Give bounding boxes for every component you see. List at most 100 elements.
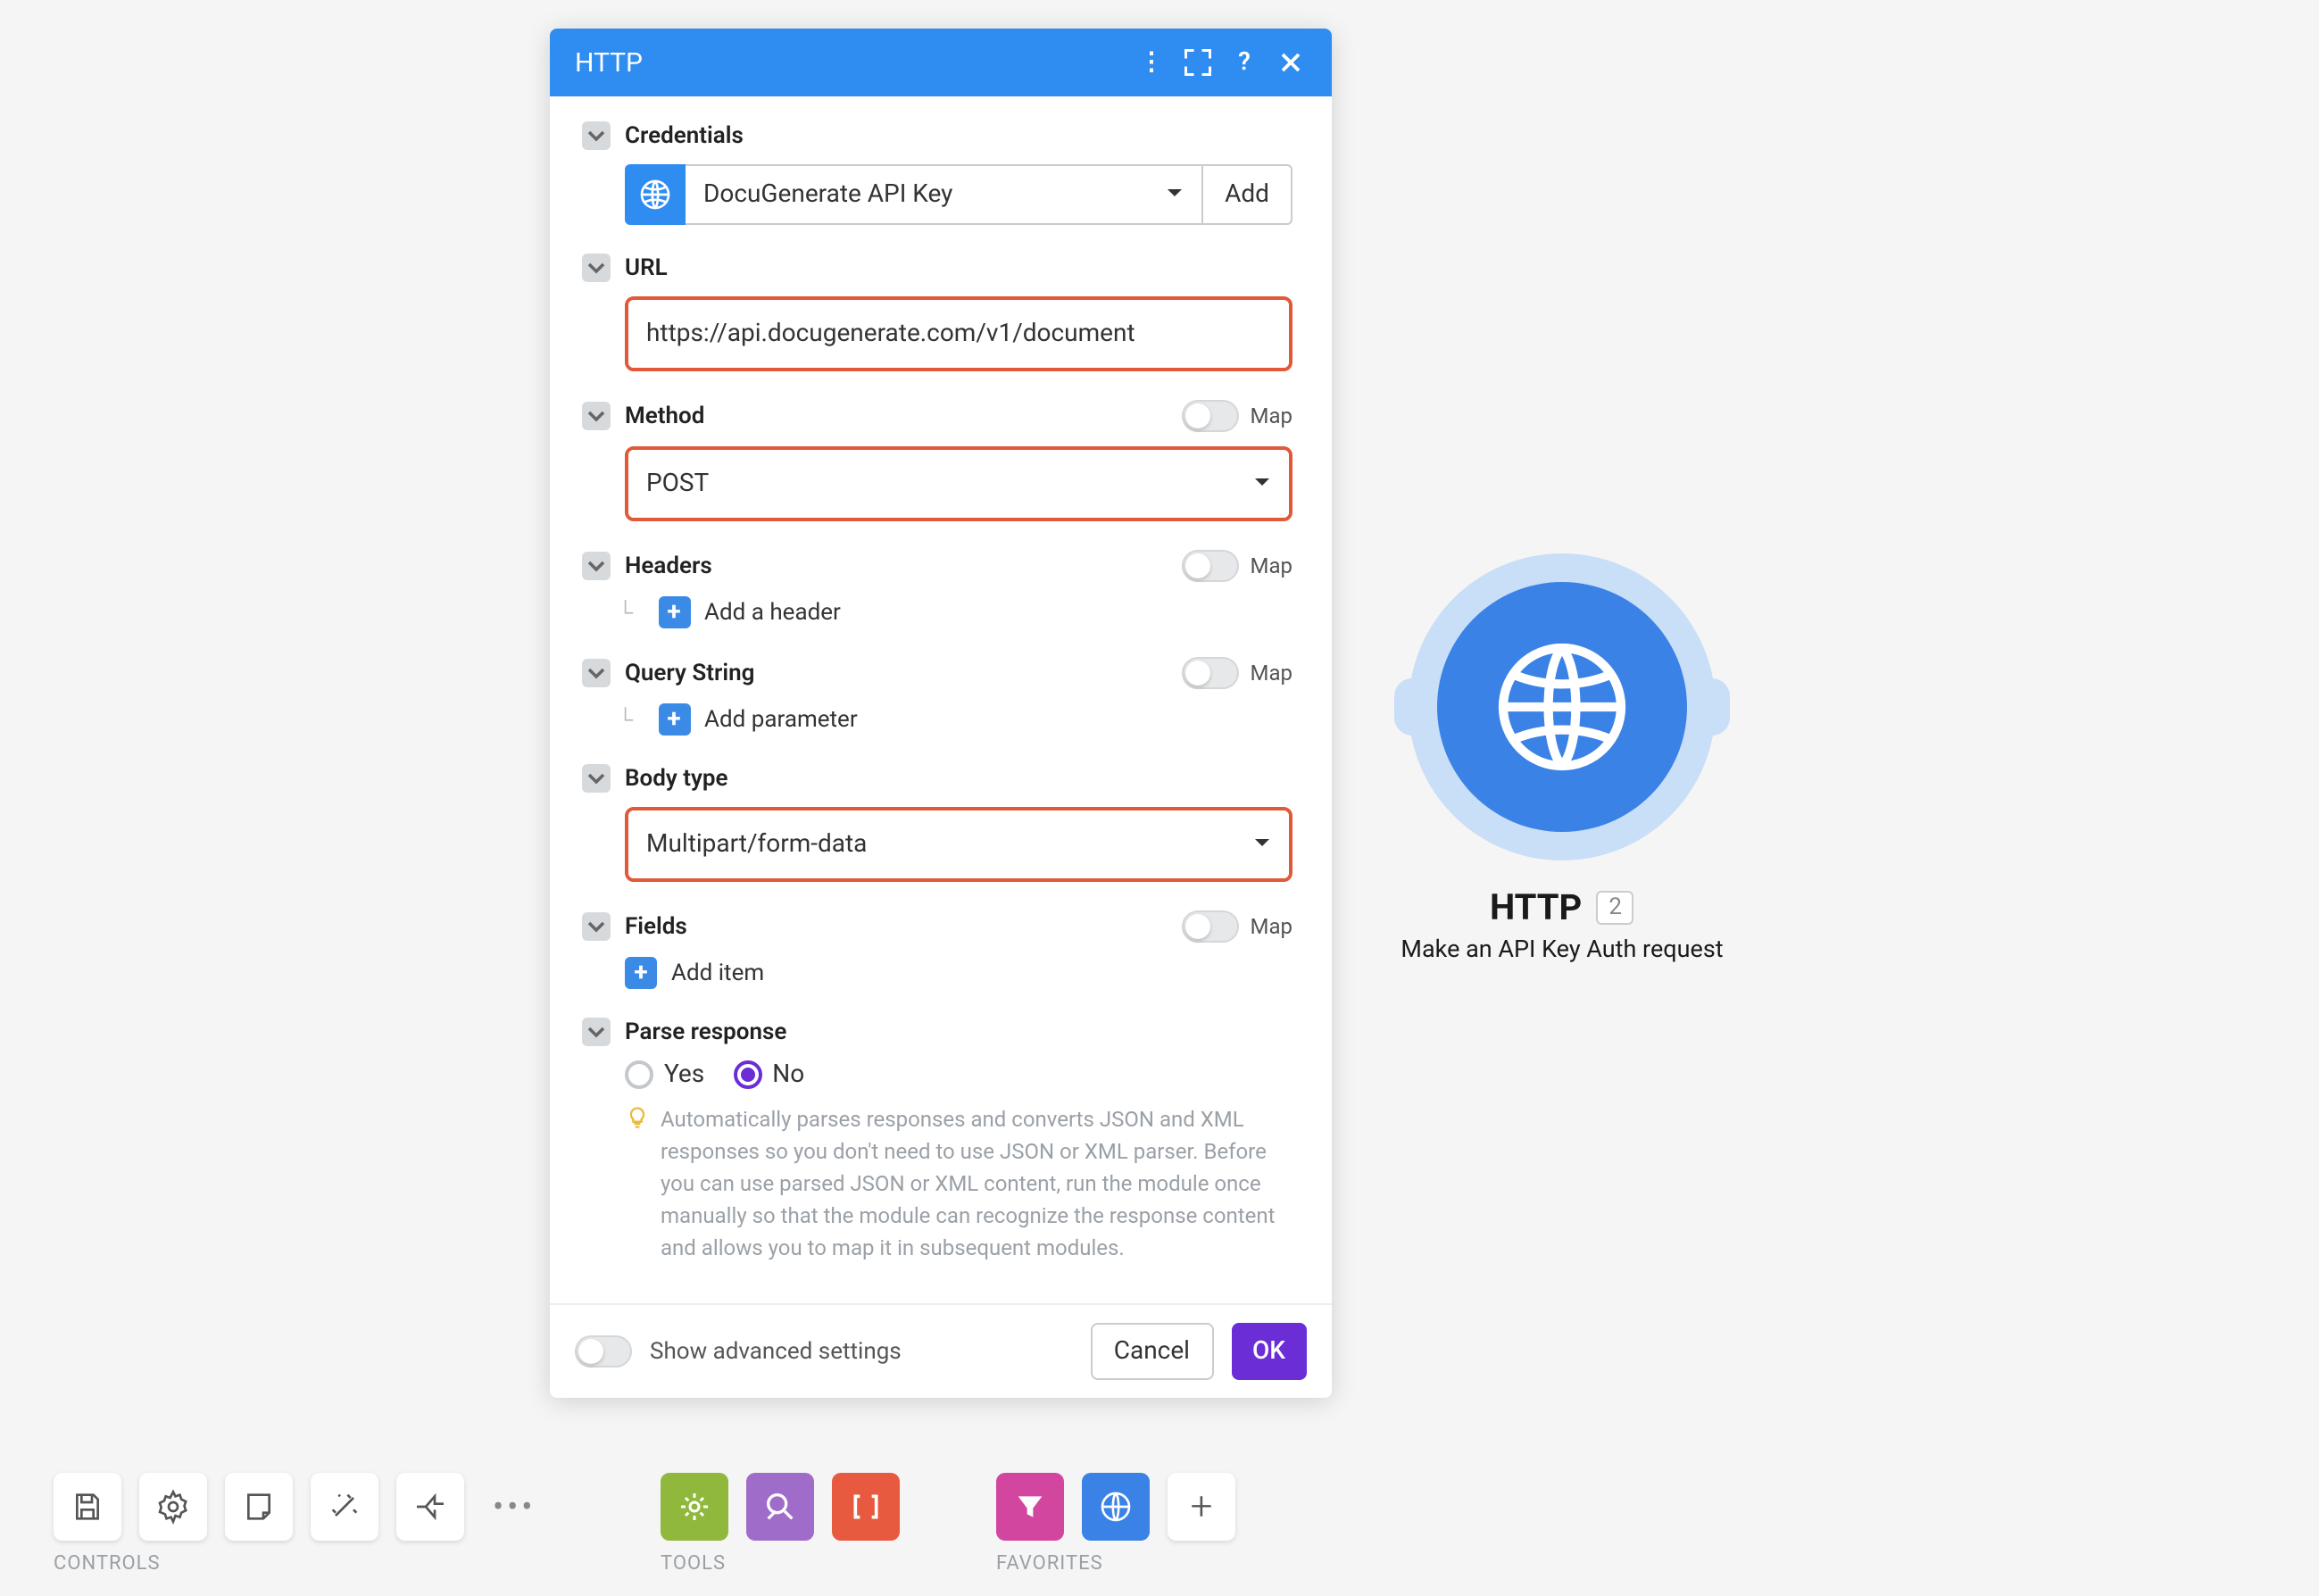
url-input[interactable]: https://api.docugenerate.com/v1/document: [628, 300, 1289, 368]
query-add-row[interactable]: └ + Add parameter: [582, 703, 1292, 736]
credentials-label: Credentials: [625, 122, 1292, 149]
plus-icon: +: [658, 596, 690, 628]
close-icon[interactable]: [1275, 46, 1307, 79]
tools-section: TOOLS: [661, 1473, 900, 1575]
settings-button[interactable]: [139, 1473, 207, 1541]
bodytype-value: Multipart/form-data: [646, 830, 867, 859]
chevron-down-icon[interactable]: [582, 912, 611, 941]
headers-map-toggle[interactable]: [1183, 550, 1240, 582]
radio-empty-icon: [625, 1060, 653, 1089]
query-map-toggle[interactable]: [1183, 657, 1240, 689]
http-config-panel: HTTP ⋮ ? Credentials: [550, 29, 1332, 1398]
panel-header: HTTP ⋮ ?: [550, 29, 1332, 96]
fav-globe-icon[interactable]: [1082, 1473, 1150, 1541]
caret-down-icon: [1253, 830, 1271, 859]
parse-no-radio[interactable]: No: [733, 1060, 804, 1089]
save-button[interactable]: [54, 1473, 121, 1541]
favorites-label: FAVORITES: [996, 1551, 1235, 1575]
advanced-label: Show advanced settings: [650, 1338, 902, 1365]
panel-footer: Show advanced settings Cancel OK: [550, 1303, 1332, 1398]
fields-label: Fields: [625, 913, 1168, 940]
tool-gear-icon[interactable]: [661, 1473, 728, 1541]
chevron-down-icon[interactable]: [582, 552, 611, 580]
field-method: Method Map POST: [582, 400, 1292, 521]
more-button[interactable]: •••: [482, 1488, 546, 1525]
bodytype-label: Body type: [625, 765, 1292, 792]
chevron-down-icon[interactable]: [582, 764, 611, 793]
field-credentials: Credentials DocuGenerate API Key Add: [582, 121, 1292, 225]
tools-label: TOOLS: [661, 1551, 900, 1575]
help-icon[interactable]: ?: [1228, 46, 1260, 79]
parse-help-text: Automatically parses responses and conve…: [582, 1103, 1292, 1264]
node-output-port[interactable]: [1694, 678, 1730, 736]
fav-filter-icon[interactable]: [996, 1473, 1064, 1541]
ok-button[interactable]: OK: [1231, 1323, 1307, 1380]
lightbulb-icon: [625, 1105, 650, 1143]
field-query: Query String Map └ + Add parameter: [582, 657, 1292, 736]
query-label: Query String: [625, 660, 1168, 686]
method-label: Method: [625, 403, 1168, 429]
node-subtitle: Make an API Key Auth request: [1392, 935, 1732, 964]
map-label: Map: [1251, 661, 1293, 686]
method-select[interactable]: POST: [628, 450, 1289, 518]
favorites-section: + FAVORITES: [996, 1473, 1235, 1575]
chevron-down-icon[interactable]: [582, 121, 611, 150]
field-parse: Parse response Yes No Aut: [582, 1018, 1292, 1264]
fields-add-row[interactable]: + Add item: [625, 957, 1292, 989]
menu-icon[interactable]: ⋮: [1135, 46, 1168, 79]
credentials-value: DocuGenerate API Key: [703, 180, 952, 209]
http-node[interactable]: HTTP 2 Make an API Key Auth request: [1392, 553, 1732, 964]
advanced-toggle[interactable]: [575, 1335, 632, 1367]
magic-button[interactable]: [311, 1473, 378, 1541]
method-value: POST: [646, 470, 709, 498]
add-header-text: Add a header: [704, 599, 841, 626]
field-url: URL https://api.docugenerate.com/v1/docu…: [582, 254, 1292, 371]
add-param-text: Add parameter: [704, 706, 858, 733]
chevron-down-icon[interactable]: [582, 659, 611, 687]
parse-label: Parse response: [625, 1018, 1292, 1045]
cancel-button[interactable]: Cancel: [1091, 1323, 1213, 1380]
note-button[interactable]: [225, 1473, 293, 1541]
plus-icon: +: [658, 703, 690, 736]
map-label: Map: [1251, 553, 1293, 578]
field-bodytype: Body type Multipart/form-data: [582, 764, 1292, 882]
chevron-down-icon[interactable]: [582, 1018, 611, 1046]
bodytype-select[interactable]: Multipart/form-data: [628, 810, 1289, 878]
field-fields: Fields Map + Add item: [582, 910, 1292, 989]
node-title: HTTP: [1490, 885, 1582, 928]
url-label: URL: [625, 254, 1292, 281]
add-item-text: Add item: [671, 960, 764, 986]
map-label: Map: [1251, 914, 1293, 939]
plus-icon: +: [625, 957, 657, 989]
globe-icon: [625, 164, 686, 225]
map-label: Map: [1251, 403, 1293, 428]
url-value: https://api.docugenerate.com/v1/document: [646, 320, 1135, 348]
caret-down-icon: [1253, 470, 1271, 498]
node-ring: [1409, 553, 1716, 860]
fields-map-toggle[interactable]: [1183, 910, 1240, 943]
parse-yes-label: Yes: [664, 1060, 704, 1089]
fav-add-button[interactable]: +: [1168, 1473, 1235, 1541]
tree-icon: └: [618, 600, 633, 625]
headers-label: Headers: [625, 553, 1168, 579]
caret-down-icon: [1166, 180, 1184, 209]
headers-add-row[interactable]: └ + Add a header: [582, 596, 1292, 628]
method-map-toggle[interactable]: [1183, 400, 1240, 432]
run-button[interactable]: [396, 1473, 464, 1541]
panel-title: HTTP: [575, 46, 1121, 79]
credentials-select[interactable]: DocuGenerate API Key: [686, 164, 1203, 225]
credentials-add-button[interactable]: Add: [1203, 164, 1292, 225]
node-input-port[interactable]: [1394, 678, 1430, 736]
chevron-down-icon[interactable]: [582, 402, 611, 430]
field-headers: Headers Map └ + Add a header: [582, 550, 1292, 628]
parse-yes-radio[interactable]: Yes: [625, 1060, 704, 1089]
radio-selected-icon: [733, 1060, 761, 1089]
tool-brackets-icon[interactable]: [832, 1473, 900, 1541]
node-number: 2: [1596, 890, 1634, 924]
controls-section: ••• CONTROLS: [54, 1473, 546, 1575]
tool-search-icon[interactable]: [746, 1473, 814, 1541]
parse-no-label: No: [772, 1060, 804, 1089]
node-circle: [1437, 582, 1687, 832]
chevron-down-icon[interactable]: [582, 254, 611, 282]
expand-icon[interactable]: [1182, 46, 1214, 79]
